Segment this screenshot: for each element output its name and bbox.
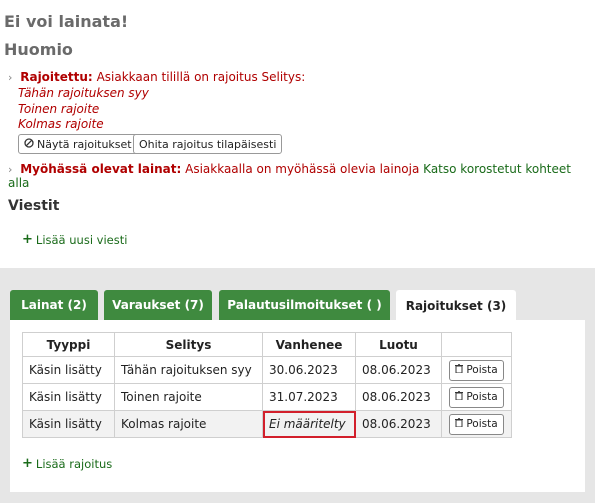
show-restrictions-button[interactable]: Näytä rajoitukset xyxy=(18,134,138,154)
table-row: Käsin lisätty Kolmas rajoite Ei määritel… xyxy=(22,410,512,438)
tabs-container: Lainat (2) Varaukset (7) Palautusilmoitu… xyxy=(0,268,595,503)
cell-action: Poista xyxy=(441,383,512,411)
cell-comment: Tähän rajoituksen syy xyxy=(114,356,263,384)
trash-icon xyxy=(455,417,464,430)
cell-created: 08.06.2023 xyxy=(355,383,442,411)
delete-button[interactable]: Poista xyxy=(449,413,504,435)
tab-claims[interactable]: Palautusilmoitukset ( ) xyxy=(219,290,390,320)
column-header: Selitys xyxy=(114,332,263,357)
cell-expires: 30.06.2023 xyxy=(262,356,356,384)
bullet-icon: › xyxy=(8,71,13,84)
overdue-label: Myöhässä olevat lainat: xyxy=(20,162,182,176)
add-message-label: Lisää uusi viesti xyxy=(35,232,128,247)
table-row: Käsin lisätty Tähän rajoituksen syy 30.0… xyxy=(22,356,512,384)
cell-comment: Kolmas rajoite xyxy=(114,410,263,438)
column-header: Vanhenee xyxy=(262,332,356,357)
cell-comment: Toinen rajoite xyxy=(114,383,263,411)
bullet-icon: › xyxy=(8,163,13,176)
messages-title: Viestit xyxy=(8,198,60,214)
delete-button[interactable]: Poista xyxy=(449,386,504,408)
cell-created: 08.06.2023 xyxy=(355,410,442,438)
add-restriction-link[interactable]: + Lisää rajoitus xyxy=(22,456,112,471)
plus-icon: + xyxy=(22,232,33,247)
cell-created: 08.06.2023 xyxy=(355,356,442,384)
tab-checkouts[interactable]: Lainat (2) xyxy=(10,290,98,320)
tab-restrictions[interactable]: Rajoitukset (3) xyxy=(396,290,516,321)
restrictions-table: Tyyppi Selitys Vanhenee Luotu Käsin lisä… xyxy=(22,332,512,438)
show-restrictions-label: Näytä rajoitukset xyxy=(37,137,132,151)
tab-holds[interactable]: Varaukset (7) xyxy=(104,290,212,320)
restriction-alert: › Rajoitettu: Asiakkaan tilillä on rajoi… xyxy=(8,70,305,84)
add-restriction-label: Lisää rajoitus xyxy=(35,456,113,471)
plus-icon: + xyxy=(22,456,33,471)
restrictions-panel: Tyyppi Selitys Vanhenee Luotu Käsin lisä… xyxy=(10,320,585,492)
cell-type: Käsin lisätty xyxy=(22,410,115,438)
cell-action: Poista xyxy=(441,356,512,384)
page-subtitle: Huomio xyxy=(4,40,73,59)
page-title: Ei voi lainata! xyxy=(4,12,129,31)
trash-icon xyxy=(455,390,464,403)
trash-icon xyxy=(455,363,464,376)
add-message-link[interactable]: + Lisää uusi viesti xyxy=(22,232,127,247)
restriction-item: Tähän rajoituksen syy xyxy=(18,86,149,100)
restriction-item: Toinen rajoite xyxy=(18,101,100,116)
delete-label: Poista xyxy=(466,418,498,430)
overdue-text: Asiakkaalla on myöhässä olevia lainoja xyxy=(185,162,420,176)
delete-label: Poista xyxy=(466,391,498,403)
restriction-text: Asiakkaan tilillä on rajoitus Selitys: xyxy=(96,70,306,84)
delete-label: Poista xyxy=(466,364,498,376)
cell-type: Käsin lisätty xyxy=(22,356,115,384)
table-row: Käsin lisätty Toinen rajoite 31.07.2023 … xyxy=(22,383,512,411)
cell-expires: 31.07.2023 xyxy=(262,383,356,411)
override-restriction-button[interactable]: Ohita rajoitus tilapäisesti xyxy=(133,134,283,154)
delete-button[interactable]: Poista xyxy=(449,359,504,381)
column-header: Luotu xyxy=(355,332,442,357)
column-header: Tyyppi xyxy=(22,332,115,357)
cell-expires: Ei määritelty xyxy=(262,410,356,438)
cell-action: Poista xyxy=(441,410,512,438)
column-header xyxy=(441,332,512,357)
restriction-label: Rajoitettu: xyxy=(20,70,93,84)
cell-type: Käsin lisätty xyxy=(22,383,115,411)
restriction-item: Kolmas rajoite xyxy=(18,117,104,131)
overdue-alert: › Myöhässä olevat lainat: Asiakkaalla on… xyxy=(8,162,595,190)
block-icon xyxy=(24,137,34,151)
restriction-list: Tähän rajoituksen syy Toinen rajoite Kol… xyxy=(18,86,149,133)
